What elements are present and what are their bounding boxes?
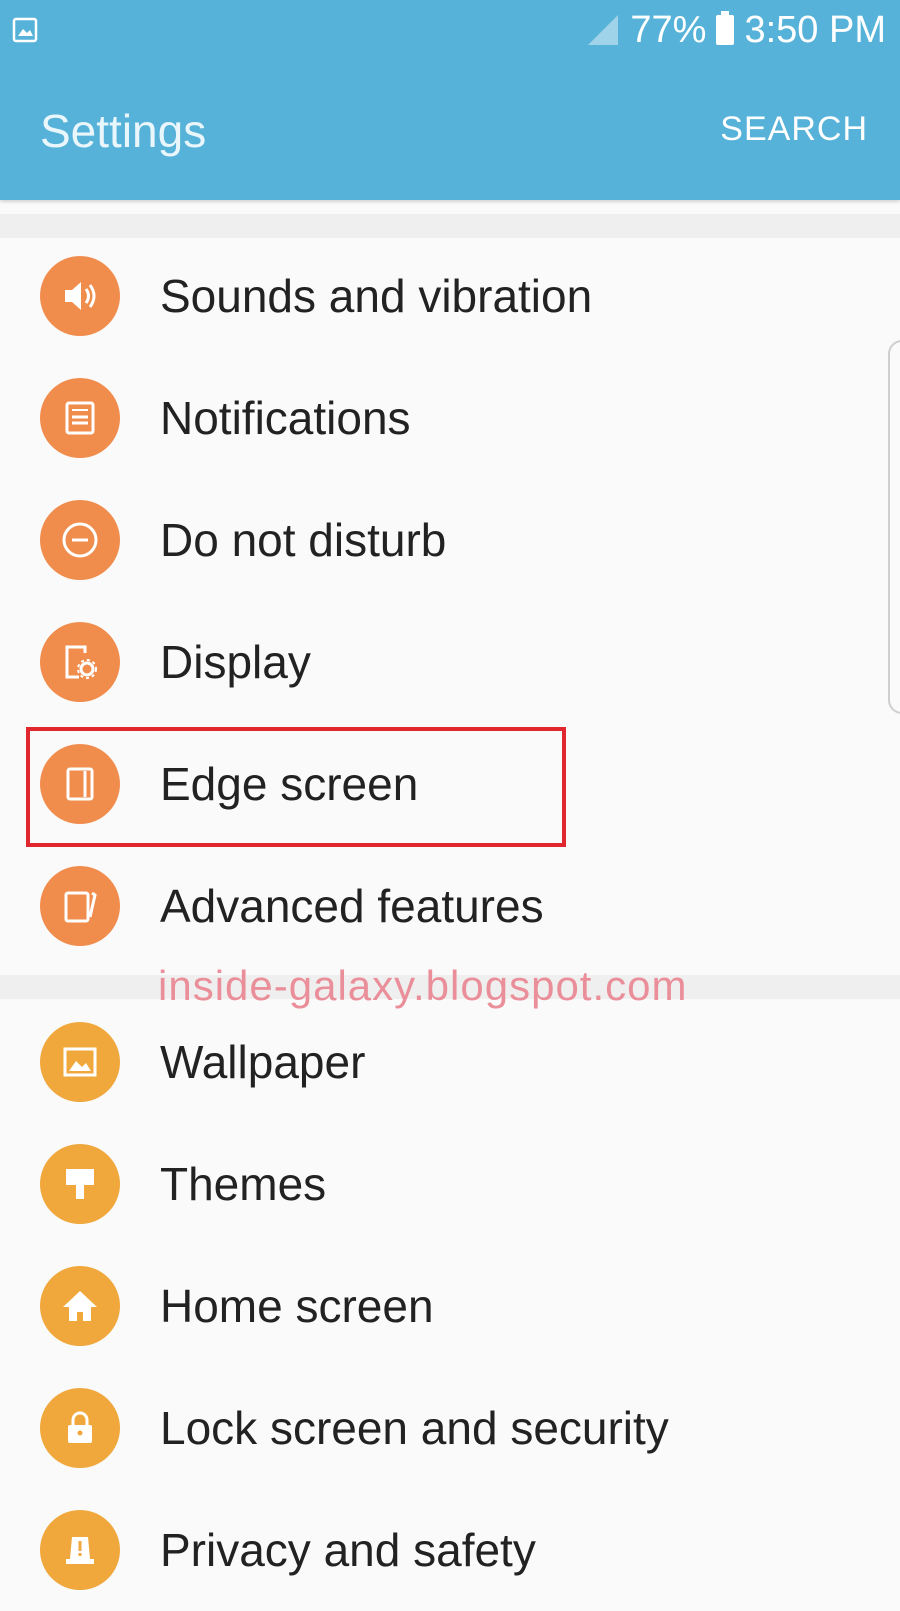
settings-item-label: Display bbox=[160, 636, 311, 688]
edge-panel-handle[interactable] bbox=[888, 340, 900, 714]
app-bar: Settings SEARCH bbox=[0, 62, 900, 200]
settings-item-label: Edge screen bbox=[160, 758, 419, 810]
battery-icon bbox=[716, 11, 735, 45]
settings-item-themes[interactable]: Themes bbox=[0, 1123, 900, 1245]
themes-icon bbox=[40, 1144, 120, 1224]
speaker-icon bbox=[40, 256, 120, 336]
home-icon bbox=[40, 1266, 120, 1346]
notifications-icon bbox=[40, 378, 120, 458]
wallpaper-icon bbox=[40, 1022, 120, 1102]
settings-item-do-not-disturb[interactable]: Do not disturb bbox=[0, 479, 900, 601]
settings-item-label: Do not disturb bbox=[160, 514, 447, 566]
settings-item-sounds-and-vibration[interactable]: Sounds and vibration bbox=[0, 235, 900, 357]
settings-group-2: Wallpaper Themes Home screen Lock screen… bbox=[0, 1001, 900, 1611]
settings-item-edge-screen[interactable]: Edge screen bbox=[0, 723, 900, 845]
settings-item-advanced-features[interactable]: Advanced features bbox=[0, 845, 900, 967]
display-icon bbox=[40, 622, 120, 702]
status-right: 77% 3:50 PM bbox=[586, 8, 886, 52]
settings-item-display[interactable]: Display bbox=[0, 601, 900, 723]
page-title: Settings bbox=[40, 105, 207, 157]
gallery-icon bbox=[12, 17, 38, 43]
settings-item-privacy-and-safety[interactable]: Privacy and safety bbox=[0, 1489, 900, 1611]
advanced-features-icon bbox=[40, 866, 120, 946]
lock-icon bbox=[40, 1388, 120, 1468]
settings-item-notifications[interactable]: Notifications bbox=[0, 357, 900, 479]
privacy-icon bbox=[40, 1510, 120, 1590]
signal-icon bbox=[588, 15, 619, 45]
search-button[interactable]: SEARCH bbox=[720, 110, 868, 149]
battery-percent: 77% bbox=[630, 8, 707, 51]
settings-item-wallpaper[interactable]: Wallpaper bbox=[0, 1001, 900, 1123]
settings-item-home-screen[interactable]: Home screen bbox=[0, 1245, 900, 1367]
settings-item-label: Notifications bbox=[160, 392, 411, 444]
settings-item-label: Home screen bbox=[160, 1280, 434, 1332]
settings-item-label: Sounds and vibration bbox=[160, 270, 593, 322]
settings-item-label: Lock screen and security bbox=[160, 1402, 669, 1454]
status-time: 3:50 PM bbox=[744, 8, 886, 51]
status-bar: 77% 3:50 PM bbox=[0, 0, 900, 62]
settings-item-label: Wallpaper bbox=[160, 1036, 366, 1088]
edge-screen-icon bbox=[40, 744, 120, 824]
settings-item-label: Privacy and safety bbox=[160, 1524, 536, 1576]
do-not-disturb-icon bbox=[40, 500, 120, 580]
settings-item-lock-screen-and-security[interactable]: Lock screen and security bbox=[0, 1367, 900, 1489]
settings-item-label: Advanced features bbox=[160, 880, 544, 932]
settings-item-label: Themes bbox=[160, 1158, 327, 1210]
settings-group-1: Sounds and vibration Notifications Do no… bbox=[0, 235, 900, 967]
